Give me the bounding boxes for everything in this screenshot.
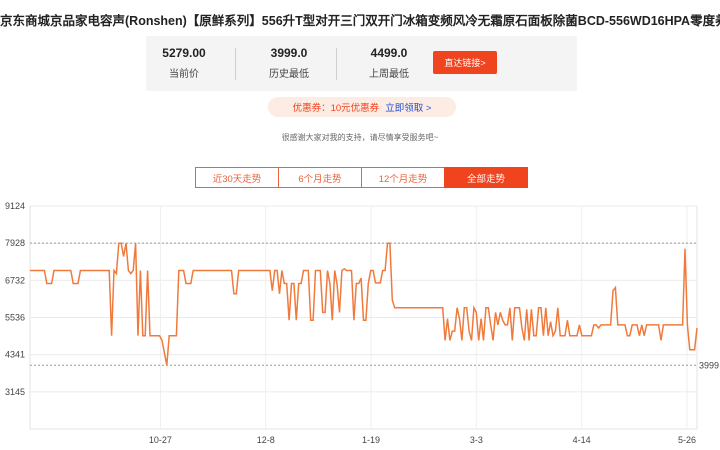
direct-link-button[interactable]: 直达链接> xyxy=(433,51,497,74)
coupon-bar: 优惠券：10元优惠券 立即领取 > xyxy=(268,97,456,117)
x-tick-label: 3-3 xyxy=(470,435,483,445)
tab-6-months[interactable]: 6个月走势 xyxy=(278,167,362,188)
current-price-stat: 5279.00 当前价 xyxy=(148,46,220,80)
coupon-text: 优惠券：10元优惠券 xyxy=(292,103,380,114)
trend-tabs: 近30天走势 6个月走势 12个月走势 全部走势 xyxy=(195,167,528,188)
x-tick-label: 12-8 xyxy=(257,435,275,445)
price-trend-chart: 9124 7928 6732 5536 4341 3145 10-27 12-8 1-19 3-3… xyxy=(5,201,719,445)
history-low-label: 历史最低 xyxy=(269,69,309,80)
stat-divider xyxy=(235,48,236,80)
history-low-value: 3999.0 xyxy=(270,46,308,60)
y-tick-label: 3145 xyxy=(5,387,25,397)
x-tick-label: 5-26 xyxy=(678,435,696,445)
y-tick-label: 5536 xyxy=(5,313,25,323)
history-low-stat: 3999.0 历史最低 xyxy=(253,46,325,80)
current-price-value: 5279.00 xyxy=(162,46,206,60)
claim-coupon-link[interactable]: 立即领取 > xyxy=(385,100,431,114)
stat-divider xyxy=(336,48,337,80)
last-week-low-stat: 4499.0 上周最低 xyxy=(353,46,425,80)
x-tick-label: 1-19 xyxy=(362,435,380,445)
last-week-low-label: 上周最低 xyxy=(369,69,409,80)
price-line xyxy=(30,242,698,366)
product-title: 京东商城京品家电容声(Ronshen)【原鲜系列】556升T型对开三门双开门冰箱… xyxy=(0,14,720,28)
y-tick-label: 6732 xyxy=(5,275,25,285)
min-price-label: 3999 xyxy=(699,360,719,370)
tab-12-months[interactable]: 12个月走势 xyxy=(361,167,445,188)
current-price-label: 当前价 xyxy=(169,69,199,80)
tab-30-days[interactable]: 近30天走势 xyxy=(195,167,279,188)
last-week-low-value: 4499.0 xyxy=(370,46,408,60)
tab-all[interactable]: 全部走势 xyxy=(444,167,528,188)
chart-axis-ticks: 9124 7928 6732 5536 4341 3145 10-27 12-8 1-19 3-3… xyxy=(5,201,696,445)
price-stats-panel: 5279.00 当前价 3999.0 历史最低 4499.0 上周最低 直达链接… xyxy=(146,36,577,91)
x-tick-label: 10-27 xyxy=(149,435,172,445)
x-tick-label: 4-14 xyxy=(573,435,591,445)
y-tick-label: 4341 xyxy=(5,350,25,360)
y-tick-label: 9124 xyxy=(5,201,25,211)
thanks-message: 很感谢大家对我的支持，请尽情享受服务吧~ xyxy=(281,133,439,142)
y-tick-label: 7928 xyxy=(5,238,25,248)
